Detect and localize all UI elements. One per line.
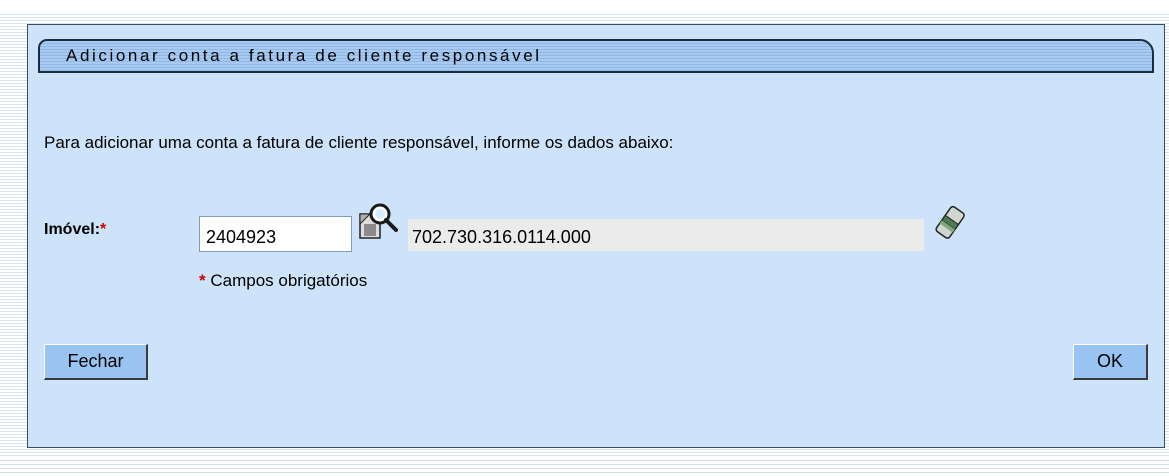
divider-line xyxy=(0,460,1169,461)
required-fields-note: * Campos obrigatórios xyxy=(199,271,367,291)
clear-imovel-button[interactable] xyxy=(932,205,966,243)
page-top-strip xyxy=(0,0,1169,14)
imovel-label-text: Imóvel: xyxy=(44,221,101,238)
title-bar: Adicionar conta a fatura de cliente resp… xyxy=(38,39,1154,73)
ok-button[interactable]: OK xyxy=(1073,344,1148,380)
dialog-title: Adicionar conta a fatura de cliente resp… xyxy=(66,46,542,65)
imovel-code-input[interactable] xyxy=(199,216,352,252)
dialog-panel: Adicionar conta a fatura de cliente resp… xyxy=(27,24,1165,448)
divider-line xyxy=(0,464,1169,465)
page-bottom-strip xyxy=(0,458,1169,476)
magnifier-icon xyxy=(359,203,398,239)
search-imovel-button[interactable] xyxy=(358,200,402,244)
instructions-text: Para adicionar uma conta a fatura de cli… xyxy=(44,133,674,152)
required-note-marker: * xyxy=(199,271,206,290)
imovel-description-field xyxy=(408,219,924,251)
imovel-label: Imóvel:* xyxy=(44,221,106,239)
close-button[interactable]: Fechar xyxy=(44,344,148,380)
required-marker: * xyxy=(100,221,107,238)
divider-line xyxy=(0,468,1169,469)
required-note-text: Campos obrigatórios xyxy=(210,271,368,290)
eraser-icon xyxy=(935,205,965,239)
divider-line xyxy=(0,472,1169,473)
